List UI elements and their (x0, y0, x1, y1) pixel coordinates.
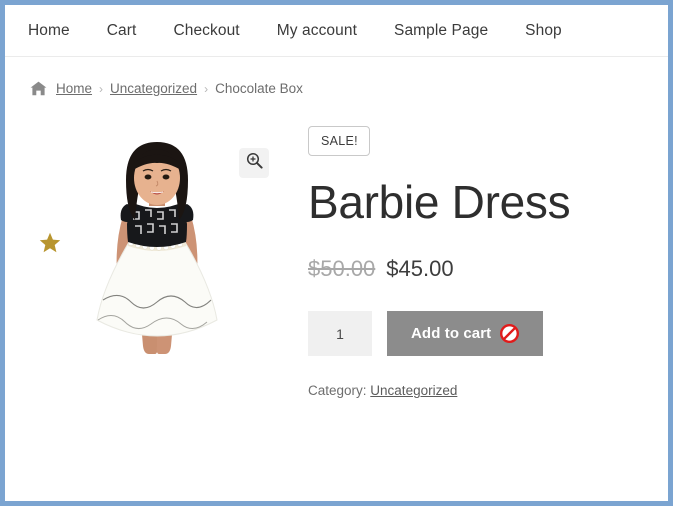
product-page: Home Cart Checkout My account Sample Pag… (5, 5, 668, 501)
product-container: SALE! Barbie Dress $50.00 $45.00 Add to … (5, 96, 668, 398)
nav-item-checkout[interactable]: Checkout (173, 22, 239, 40)
add-to-cart-button[interactable]: Add to cart (387, 311, 544, 357)
breadcrumb-link-category[interactable]: Uncategorized (110, 81, 197, 96)
add-to-cart-form: Add to cart (308, 311, 668, 357)
nav-item-my-account[interactable]: My account (277, 22, 357, 40)
product-meta-label: Category: (308, 383, 367, 399)
product-meta: Category: Uncategorized (308, 383, 668, 398)
browser-viewport: Home Cart Checkout My account Sample Pag… (0, 0, 673, 506)
nav-item-shop[interactable]: Shop (525, 22, 562, 40)
magnifier-plus-icon (246, 152, 263, 174)
home-icon[interactable] (30, 81, 47, 96)
sale-badge: SALE! (308, 126, 370, 156)
main-navigation: Home Cart Checkout My account Sample Pag… (5, 5, 668, 57)
quantity-input[interactable] (308, 311, 372, 357)
add-to-cart-label: Add to cart (411, 325, 492, 343)
breadcrumb-separator: › (99, 81, 104, 96)
breadcrumb-link-home[interactable]: Home (56, 81, 92, 96)
breadcrumb-current: Chocolate Box (215, 81, 303, 96)
breadcrumb-separator: › (204, 81, 209, 96)
product-meta-category-link[interactable]: Uncategorized (370, 383, 457, 398)
zoom-image-button[interactable] (239, 148, 269, 178)
nav-item-cart[interactable]: Cart (107, 22, 137, 40)
price-container: $50.00 $45.00 (308, 256, 668, 282)
price-sale: $45.00 (386, 256, 454, 282)
nav-item-sample-page[interactable]: Sample Page (394, 22, 488, 40)
price-original: $50.00 (308, 256, 376, 282)
star-icon (39, 232, 61, 254)
product-summary: SALE! Barbie Dress $50.00 $45.00 Add to … (292, 124, 668, 398)
not-allowed-icon (500, 324, 520, 344)
breadcrumb: Home › Uncategorized › Chocolate Box (5, 57, 668, 96)
product-title: Barbie Dress (308, 176, 571, 228)
nav-item-home[interactable]: Home (28, 22, 70, 40)
nav-list: Home Cart Checkout My account Sample Pag… (28, 22, 599, 40)
product-gallery (27, 124, 292, 374)
